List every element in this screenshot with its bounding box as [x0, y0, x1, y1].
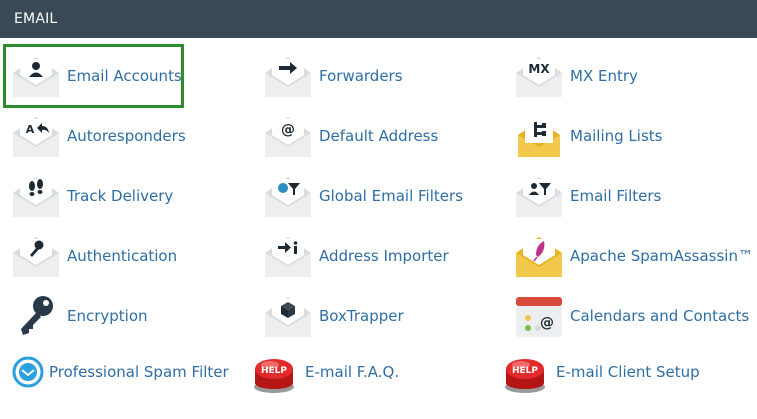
spam-filter-icon — [10, 348, 46, 396]
calendar-icon: @ — [513, 292, 565, 340]
encryption-item[interactable]: Encryption — [10, 288, 148, 344]
at-envelope-icon: @ — [262, 112, 314, 160]
footprints-envelope-icon — [10, 172, 62, 220]
filter-envelope-icon — [513, 172, 565, 220]
forwarders-label: Forwarders — [319, 67, 403, 85]
track-delivery-label: Track Delivery — [67, 187, 174, 205]
email-faq-item[interactable]: HELP E-mail F.A.Q. — [248, 344, 399, 400]
arrow-envelope-icon — [262, 52, 314, 100]
boxtrapper-item[interactable]: BoxTrapper — [262, 288, 404, 344]
svg-text:HELP: HELP — [261, 366, 287, 376]
autoresponders-label: Autoresponders — [67, 127, 186, 145]
email-tools-grid: Email Accounts Forwarders MX MX Entry A … — [0, 38, 757, 419]
svg-text:A: A — [26, 123, 35, 136]
mailing-lists-label: Mailing Lists — [570, 127, 663, 145]
box-envelope-icon — [262, 292, 314, 340]
mailing-lists-item[interactable]: Mailing Lists — [513, 108, 662, 164]
calendars-and-contacts-label: Calendars and Contacts — [570, 307, 750, 325]
email-client-setup-label: E-mail Client Setup — [556, 363, 700, 381]
import-envelope-icon — [262, 232, 314, 280]
address-importer-item[interactable]: Address Importer — [262, 228, 449, 284]
track-delivery-item[interactable]: Track Delivery — [10, 168, 173, 224]
email-panel: EMAIL Email Accounts Forwarders MX MX En… — [0, 0, 757, 419]
default-address-item[interactable]: @ Default Address — [262, 108, 438, 164]
svg-text:@: @ — [540, 315, 554, 331]
email-accounts-label: Email Accounts — [67, 67, 182, 85]
help-button-icon: HELP — [248, 348, 300, 396]
calendars-and-contacts-item[interactable]: @ Calendars and Contacts — [513, 288, 749, 344]
boxtrapper-label: BoxTrapper — [319, 307, 404, 325]
apache-spamassassin-item[interactable]: Apache SpamAssassin™ — [513, 228, 753, 284]
email-faq-label: E-mail F.A.Q. — [305, 363, 400, 381]
section-header: EMAIL — [0, 0, 757, 38]
key-icon — [10, 292, 62, 340]
mx-entry-label: MX Entry — [570, 67, 638, 85]
address-importer-label: Address Importer — [319, 247, 449, 265]
apache-spamassassin-label: Apache SpamAssassin™ — [570, 247, 753, 265]
mailing-list-envelope-icon — [513, 112, 565, 160]
user-envelope-icon — [10, 52, 62, 100]
email-client-setup-item[interactable]: HELP E-mail Client Setup — [499, 344, 700, 400]
feather-envelope-icon — [513, 232, 565, 280]
autoresponders-item[interactable]: A Autoresponders — [10, 108, 186, 164]
help-button-icon: HELP — [499, 348, 551, 396]
professional-spam-filter-item[interactable]: Professional Spam Filter — [10, 344, 229, 400]
svg-text:HELP: HELP — [512, 366, 538, 376]
mx-envelope-icon: MX — [513, 52, 565, 100]
global-email-filters-item[interactable]: Global Email Filters — [262, 168, 463, 224]
svg-text:@: @ — [281, 122, 295, 138]
global-email-filters-label: Global Email Filters — [319, 187, 463, 205]
forwarders-item[interactable]: Forwarders — [262, 48, 403, 104]
email-accounts-item[interactable]: Email Accounts — [10, 48, 182, 104]
email-filters-item[interactable]: Email Filters — [513, 168, 661, 224]
professional-spam-filter-label: Professional Spam Filter — [49, 363, 229, 381]
autoresponder-envelope-icon: A — [10, 112, 62, 160]
encryption-label: Encryption — [67, 307, 148, 325]
global-filter-envelope-icon — [262, 172, 314, 220]
mx-entry-item[interactable]: MX MX Entry — [513, 48, 638, 104]
email-filters-label: Email Filters — [570, 187, 662, 205]
default-address-label: Default Address — [319, 127, 439, 145]
key-envelope-icon — [10, 232, 62, 280]
authentication-item[interactable]: Authentication — [10, 228, 177, 284]
authentication-label: Authentication — [67, 247, 178, 265]
svg-text:MX: MX — [528, 62, 550, 76]
